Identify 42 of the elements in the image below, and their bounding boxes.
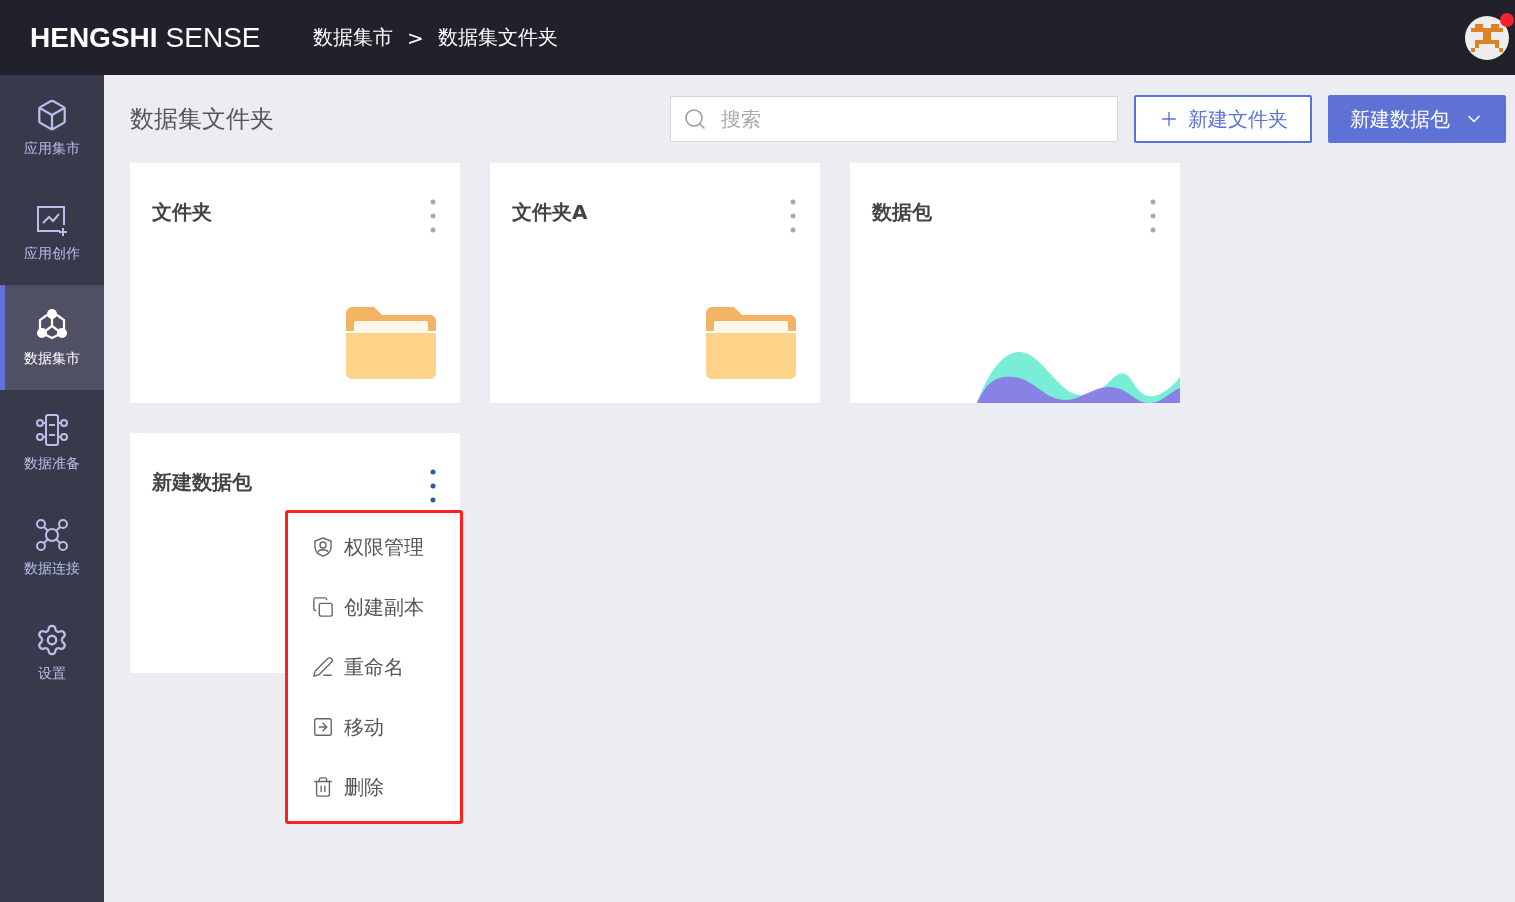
folder-icon: [346, 307, 436, 379]
menu-item[interactable]: 创建副本: [288, 577, 460, 637]
sidebar-item[interactable]: 应用创作: [0, 180, 104, 285]
sidebar-item[interactable]: 设置: [0, 600, 104, 705]
card-title: 新建数据包: [152, 469, 252, 496]
trash-icon: [312, 776, 334, 798]
avatar[interactable]: [1465, 15, 1509, 60]
cube-icon: [35, 97, 69, 132]
move-icon: [312, 716, 334, 738]
search-icon: [683, 107, 707, 131]
card-title: 文件夹: [152, 199, 212, 226]
shield-user-icon: [312, 536, 334, 558]
folder-icon: [706, 307, 796, 379]
menu-item[interactable]: 移动: [288, 697, 460, 757]
sidebar-item[interactable]: 数据连接: [0, 495, 104, 600]
menu-item[interactable]: 重命名: [288, 637, 460, 697]
card[interactable]: 文件夹A: [490, 163, 820, 403]
copy-icon: [312, 596, 334, 618]
card[interactable]: 数据包: [850, 163, 1180, 403]
breadcrumb-item: 数据集文件夹: [437, 24, 558, 51]
card-title: 文件夹A: [512, 199, 588, 226]
breadcrumb-separator: >: [407, 25, 424, 50]
settings-icon: [35, 622, 69, 657]
pipeline-icon: [35, 412, 69, 447]
breadcrumb-item[interactable]: 数据集市: [313, 24, 393, 51]
pixel-avatar-icon: [1471, 23, 1503, 52]
logo: HENGSHI SENSE: [30, 21, 262, 54]
card[interactable]: 文件夹: [130, 163, 460, 403]
search-field[interactable]: 搜索: [670, 96, 1118, 142]
menu-item[interactable]: 权限管理: [288, 517, 460, 577]
new-package-button[interactable]: 新建数据包: [1328, 95, 1506, 143]
card-title: 数据包: [872, 199, 932, 226]
pencil-icon: [312, 656, 334, 678]
sidebar-item[interactable]: 数据集市: [0, 285, 104, 390]
sidebar-item[interactable]: 数据准备: [0, 390, 104, 495]
menu-item[interactable]: 删除: [288, 757, 460, 817]
sidebar-item[interactable]: 应用集市: [0, 75, 104, 180]
page-title: 数据集文件夹: [130, 104, 275, 135]
new-folder-button[interactable]: 新建文件夹: [1134, 95, 1312, 143]
network-icon: [35, 307, 69, 342]
connection-icon: [35, 517, 69, 552]
more-icon[interactable]: [430, 469, 436, 503]
